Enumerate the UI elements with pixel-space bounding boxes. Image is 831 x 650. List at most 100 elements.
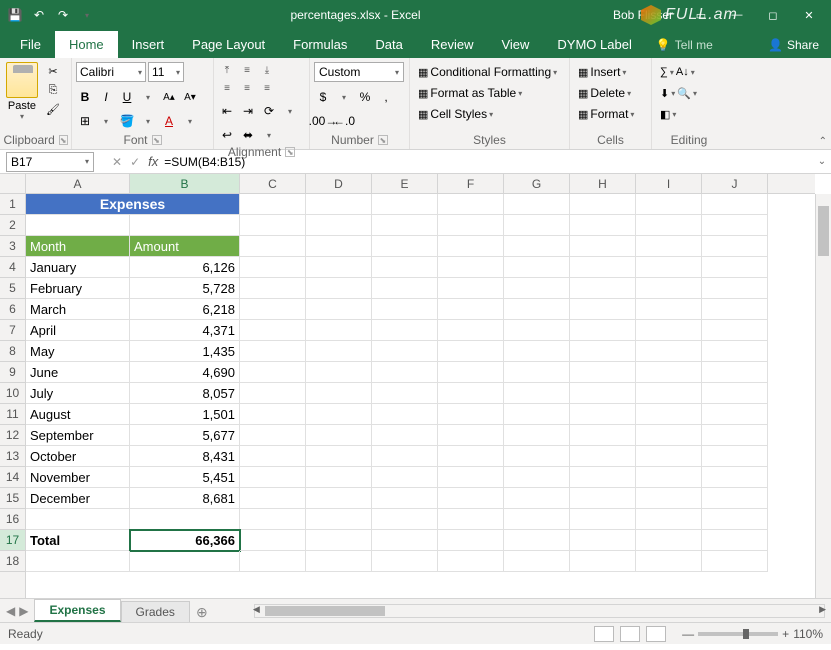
cell[interactable]	[240, 278, 306, 299]
cell[interactable]	[504, 278, 570, 299]
cell[interactable]	[306, 530, 372, 551]
cell[interactable]	[702, 341, 768, 362]
comma-button[interactable]: ,	[377, 88, 395, 106]
cell[interactable]	[570, 341, 636, 362]
percent-button[interactable]: %	[356, 88, 374, 106]
underline-button[interactable]: U	[118, 88, 136, 106]
cell[interactable]	[570, 194, 636, 215]
cell[interactable]	[504, 362, 570, 383]
cell[interactable]	[636, 530, 702, 551]
cell[interactable]	[26, 215, 130, 236]
row-header-15[interactable]: 15	[0, 488, 25, 509]
cell[interactable]	[240, 320, 306, 341]
cell[interactable]	[306, 257, 372, 278]
cell[interactable]	[306, 362, 372, 383]
cell[interactable]: 66,366	[130, 530, 240, 551]
row-header-5[interactable]: 5	[0, 278, 25, 299]
cell[interactable]	[438, 299, 504, 320]
font-family-select[interactable]: Calibri▾	[76, 62, 146, 82]
cell[interactable]	[438, 341, 504, 362]
autosum-button[interactable]: ∑ ▾ A↓▾	[656, 62, 701, 82]
tab-view[interactable]: View	[487, 31, 543, 58]
cell[interactable]	[438, 488, 504, 509]
cell[interactable]	[702, 299, 768, 320]
cell[interactable]	[636, 488, 702, 509]
sheet-tab-grades[interactable]: Grades	[121, 601, 190, 622]
column-header-B[interactable]: B	[130, 174, 240, 193]
cell[interactable]	[240, 446, 306, 467]
cell[interactable]	[372, 530, 438, 551]
cell[interactable]	[504, 194, 570, 215]
cell[interactable]: October	[26, 446, 130, 467]
expenses-header[interactable]: Expenses	[26, 194, 240, 215]
cell[interactable]	[372, 404, 438, 425]
column-header-I[interactable]: I	[636, 174, 702, 193]
cell[interactable]	[240, 530, 306, 551]
insert-cells-button[interactable]: ▦ Insert ▾	[574, 62, 638, 82]
cell[interactable]	[570, 404, 636, 425]
cell[interactable]	[636, 299, 702, 320]
cell[interactable]	[438, 446, 504, 467]
cell[interactable]	[504, 236, 570, 257]
clipboard-launcher[interactable]: ⬊	[59, 135, 68, 145]
cell[interactable]	[240, 257, 306, 278]
horizontal-scrollbar[interactable]: ◀ ▶	[254, 604, 825, 618]
cell[interactable]: 1,501	[130, 404, 240, 425]
cell[interactable]	[570, 488, 636, 509]
cell[interactable]: December	[26, 488, 130, 509]
cell[interactable]: 1,435	[130, 341, 240, 362]
cell[interactable]: 4,371	[130, 320, 240, 341]
cell[interactable]	[636, 236, 702, 257]
cell[interactable]	[504, 341, 570, 362]
paste-button[interactable]: Paste ▾	[4, 62, 40, 121]
cell[interactable]	[438, 383, 504, 404]
italic-button[interactable]: I	[97, 88, 115, 106]
cell[interactable]	[26, 551, 130, 572]
cell[interactable]	[636, 194, 702, 215]
redo-button[interactable]: ↷	[52, 4, 74, 26]
row-header-18[interactable]: 18	[0, 551, 25, 572]
cell[interactable]	[636, 509, 702, 530]
cell[interactable]	[570, 257, 636, 278]
cell[interactable]	[306, 236, 372, 257]
cell[interactable]	[306, 446, 372, 467]
cell[interactable]	[570, 467, 636, 488]
cell[interactable]	[702, 320, 768, 341]
row-header-4[interactable]: 4	[0, 257, 25, 278]
cell[interactable]: March	[26, 299, 130, 320]
normal-view-button[interactable]	[594, 626, 614, 642]
collapse-ribbon[interactable]: ⌃	[819, 136, 827, 147]
tab-data[interactable]: Data	[361, 31, 416, 58]
cell[interactable]	[306, 320, 372, 341]
expand-formula-bar[interactable]: ⌄	[813, 156, 831, 167]
cell[interactable]	[504, 509, 570, 530]
cell[interactable]	[240, 215, 306, 236]
cell[interactable]	[504, 215, 570, 236]
cell[interactable]	[306, 341, 372, 362]
cell[interactable]	[702, 404, 768, 425]
cell[interactable]: 8,431	[130, 446, 240, 467]
cell[interactable]	[636, 320, 702, 341]
row-header-8[interactable]: 8	[0, 341, 25, 362]
cell[interactable]	[636, 383, 702, 404]
tab-home[interactable]: Home	[55, 31, 118, 58]
row-header-13[interactable]: 13	[0, 446, 25, 467]
cell[interactable]	[570, 530, 636, 551]
cell[interactable]	[636, 257, 702, 278]
save-button[interactable]: 💾	[4, 4, 26, 26]
cell[interactable]	[504, 551, 570, 572]
cell[interactable]: June	[26, 362, 130, 383]
align-center[interactable]: ≡	[238, 80, 256, 96]
cell[interactable]	[372, 362, 438, 383]
copy-button[interactable]: ⎘	[44, 81, 62, 99]
cell[interactable]: April	[26, 320, 130, 341]
hscroll-left[interactable]: ◀	[253, 604, 260, 615]
cell[interactable]	[240, 467, 306, 488]
cell[interactable]: Amount	[130, 236, 240, 257]
ribbon-options-button[interactable]: ▭	[683, 0, 719, 30]
number-launcher[interactable]: ⬊	[378, 135, 388, 145]
row-header-2[interactable]: 2	[0, 215, 25, 236]
delete-cells-button[interactable]: ▦ Delete ▾	[574, 83, 638, 103]
tab-formulas[interactable]: Formulas	[279, 31, 361, 58]
row-header-16[interactable]: 16	[0, 509, 25, 530]
